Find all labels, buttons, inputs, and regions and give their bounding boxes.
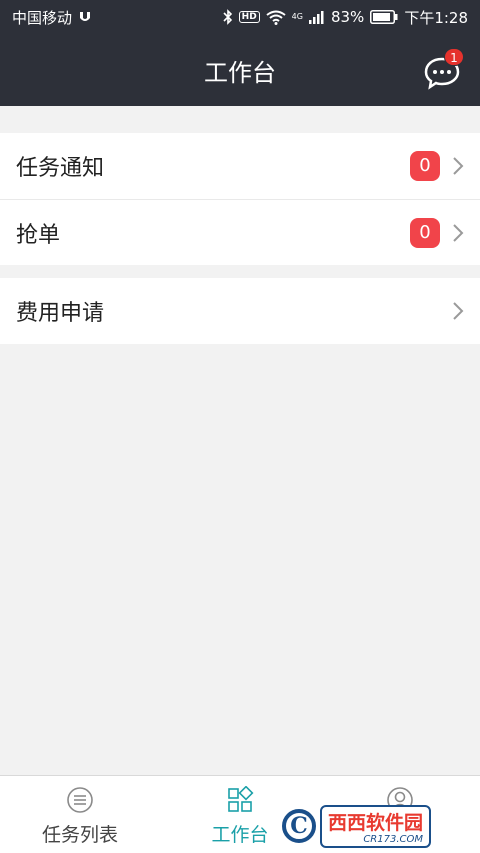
message-count-badge: 1: [444, 48, 464, 66]
row-label: 费用申请: [16, 301, 105, 326]
watermark-text: 西西软件园: [328, 811, 424, 834]
messages-button[interactable]: 1: [422, 48, 464, 92]
task-notification-count-badge: 0: [410, 151, 440, 181]
list-icon: [67, 787, 93, 813]
app-header: 工作台 1: [0, 34, 480, 106]
status-right: HD 4G 83% 下午1:28: [223, 7, 468, 28]
expense-request-row[interactable]: 费用申请: [0, 278, 480, 344]
status-bar: 中国移动 HD 4G 83% 下午1:28: [0, 0, 480, 34]
watermark-logo: C 西西软件园 CR173.COM: [282, 804, 462, 848]
battery-icon: [370, 10, 398, 24]
status-left: 中国移动: [12, 7, 92, 28]
hd-icon: HD: [238, 11, 260, 23]
task-notification-row[interactable]: 任务通知 0: [0, 133, 480, 199]
wifi-icon: [266, 10, 286, 25]
watermark-box: 西西软件园 CR173.COM: [320, 804, 432, 848]
row-label: 任务通知: [16, 156, 105, 181]
grab-order-count-badge: 0: [410, 217, 440, 248]
grid-icon: [228, 786, 254, 812]
row-label: 抢单: [16, 222, 61, 248]
tab-task-list[interactable]: 任务列表: [0, 776, 160, 853]
tab-label: 任务列表: [41, 824, 118, 846]
clock: 下午1:28: [404, 8, 468, 27]
chevron-right-icon: [453, 223, 464, 242]
menu-group-tasks: 任务通知 0 抢单 0: [0, 133, 480, 265]
bluetooth-icon: [223, 9, 233, 25]
carrier-name: 中国移动: [12, 8, 73, 27]
battery-percent: 83%: [330, 8, 365, 26]
grab-order-row[interactable]: 抢单 0: [0, 199, 480, 265]
signal-icon: [308, 10, 325, 24]
page-title: 工作台: [204, 58, 276, 87]
watermark-c-icon: C: [282, 809, 316, 843]
tab-label: 工作台: [211, 824, 269, 846]
watermark-url: CR173.COM: [363, 833, 424, 845]
network-type: 4G: [291, 11, 303, 21]
menu-group-expense: 费用申请: [0, 278, 480, 344]
chevron-right-icon: [453, 157, 464, 175]
chevron-right-icon: [453, 302, 464, 320]
shield-icon: [78, 10, 92, 24]
